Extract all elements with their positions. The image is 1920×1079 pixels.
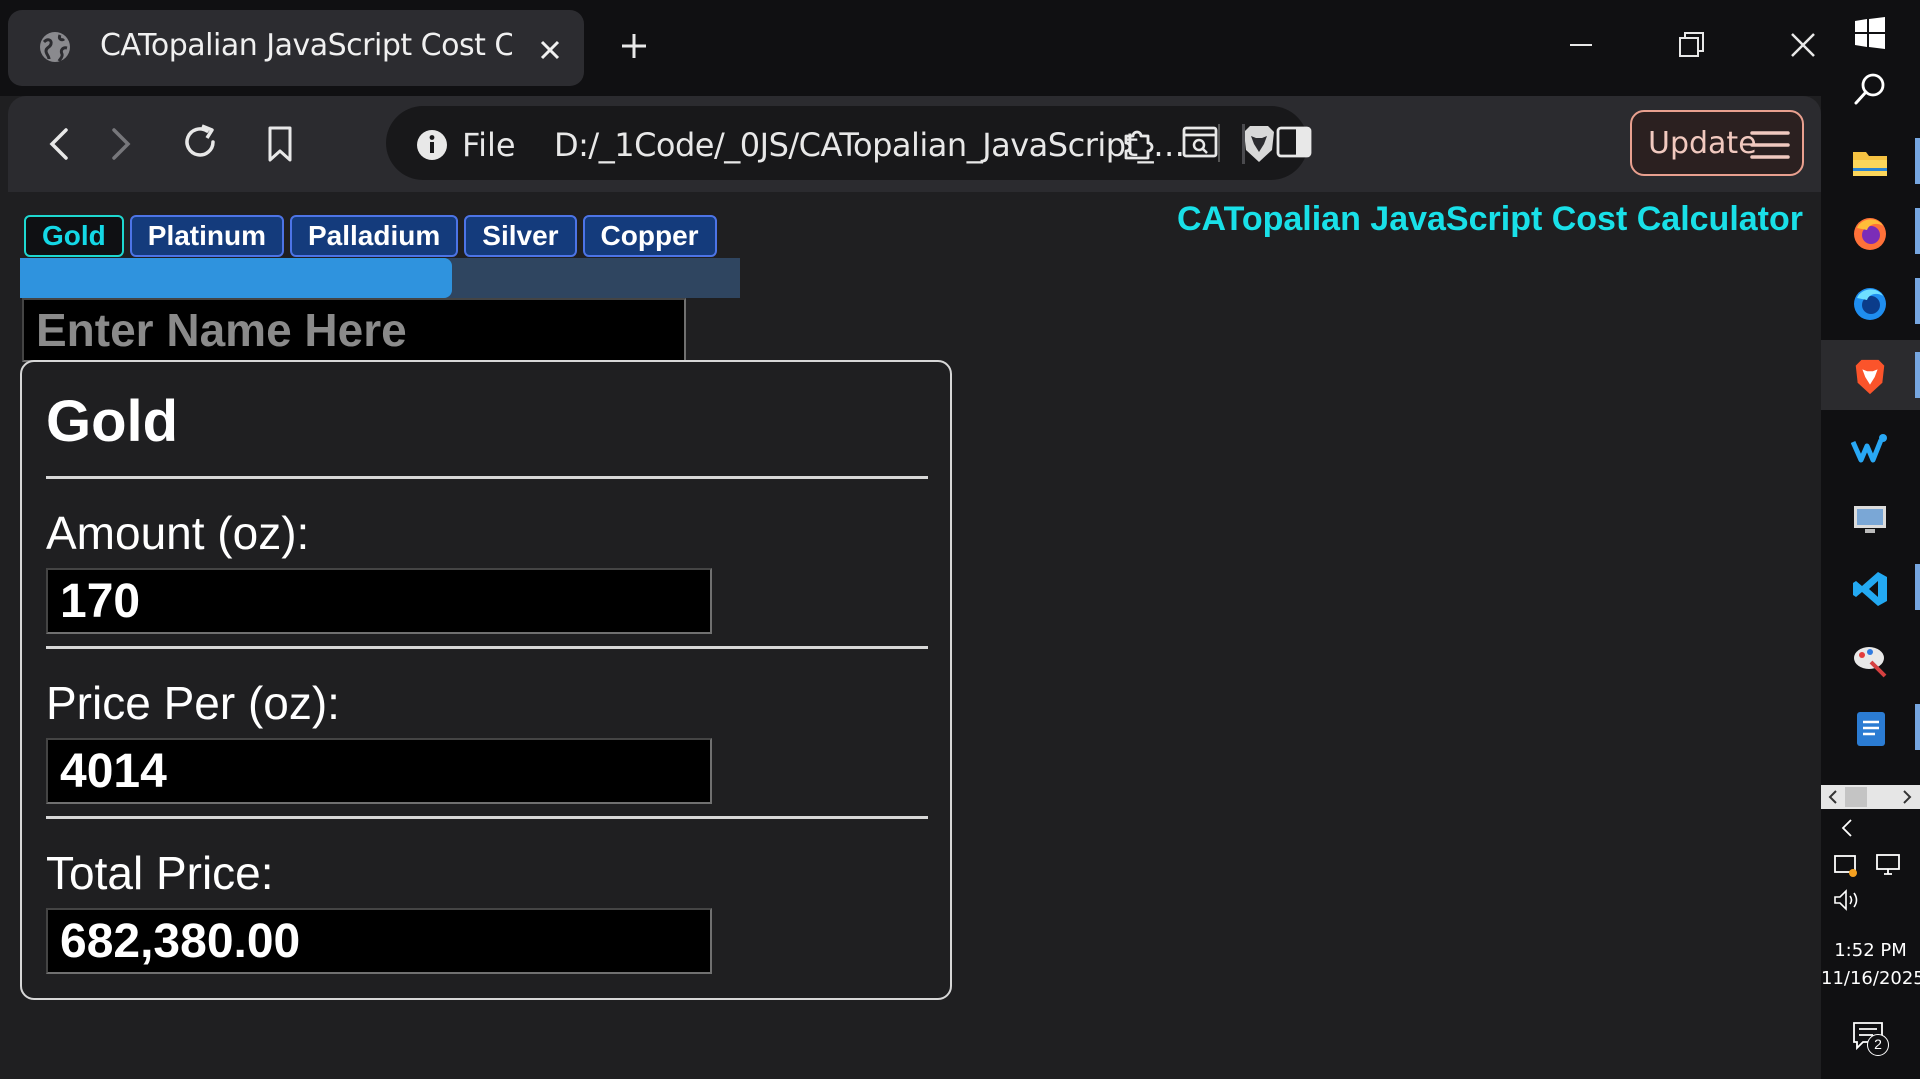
search-icon[interactable] — [1853, 72, 1887, 106]
card-metal-name: Gold — [46, 389, 179, 454]
metal-tab-bar: Gold Platinum Palladium Silver Copper — [24, 215, 742, 259]
taskbar-scrollbar[interactable] — [1821, 785, 1920, 809]
address-bar[interactable]: File D:/_1Code/_0JS/CATopalian_JavaScrip… — [386, 106, 1308, 180]
taskbar-paint[interactable] — [1821, 622, 1920, 692]
running-indicator — [1915, 352, 1920, 398]
taskbar-brave[interactable] — [1821, 340, 1920, 410]
brave-browser-icon — [1855, 359, 1885, 395]
address-scheme: File — [462, 126, 516, 164]
metal-card: Gold Amount (oz): Price Per (oz): Total … — [20, 360, 952, 1000]
windows-taskbar: 1:52 PM 11/16/2025 2 — [1821, 0, 1920, 1079]
tray-display-icon[interactable] — [1875, 852, 1903, 878]
close-tab-icon[interactable] — [538, 38, 562, 62]
total-price-label: Total Price: — [46, 847, 274, 899]
running-indicator — [1915, 704, 1920, 750]
notification-count-badge: 2 — [1867, 1034, 1889, 1056]
clock-time[interactable]: 1:52 PM — [1821, 940, 1920, 961]
taskbar-firefox[interactable] — [1821, 196, 1920, 266]
notification-center-button[interactable]: 2 — [1851, 1020, 1891, 1060]
tray-chevron-icon[interactable] — [1839, 818, 1855, 838]
file-explorer-icon — [1853, 152, 1887, 176]
globe-icon — [40, 32, 70, 62]
web-page: Gold Platinum Palladium Silver Copper CATopa… — [8, 192, 1821, 1079]
divider — [46, 476, 928, 479]
amount-input[interactable] — [46, 568, 712, 634]
forward-icon[interactable] — [100, 124, 140, 164]
taskbar-monitor-tool[interactable] — [1821, 482, 1920, 552]
hamburger-menu-icon[interactable] — [1750, 128, 1790, 162]
metal-tab-gold[interactable]: Gold — [24, 215, 124, 257]
price-per-label: Price Per (oz): — [46, 677, 340, 729]
brave-shields-icon[interactable] — [1240, 124, 1278, 164]
paint-icon — [1854, 647, 1887, 678]
new-tab-icon[interactable] — [618, 30, 650, 62]
divider — [46, 816, 928, 819]
update-button[interactable]: Update — [1630, 110, 1804, 176]
word-icon — [1857, 712, 1885, 746]
amount-label: Amount (oz): — [46, 507, 310, 559]
monitor-tool-icon — [1854, 506, 1886, 533]
running-indicator — [1915, 208, 1920, 254]
taskbar-file-explorer[interactable] — [1821, 126, 1920, 196]
windows-start-icon[interactable] — [1853, 16, 1887, 50]
wave-app-icon — [1851, 434, 1887, 463]
firefox-icon — [1854, 218, 1886, 250]
clock-date[interactable]: 11/16/2025 — [1821, 968, 1920, 989]
browser-window: CATopalian JavaScript Cost Calcu — [0, 0, 1821, 1079]
progress-bar — [20, 258, 740, 298]
bookmark-icon[interactable] — [260, 124, 300, 164]
total-price-output — [46, 908, 712, 974]
minimize-icon[interactable] — [1564, 28, 1598, 62]
taskbar-wave-app[interactable] — [1821, 412, 1920, 482]
tray-network-icon[interactable] — [1833, 852, 1859, 878]
taskbar-firefox-developer[interactable] — [1821, 266, 1920, 336]
running-indicator — [1915, 564, 1920, 610]
firefox-developer-icon — [1854, 288, 1886, 320]
back-icon[interactable] — [40, 124, 80, 164]
sidebar-toggle-icon[interactable] — [1274, 122, 1314, 162]
vscode-icon — [1853, 572, 1887, 606]
app-title: CATopalian JavaScript Cost Calculator — [1177, 200, 1803, 238]
toolbar-divider — [1242, 124, 1245, 164]
running-indicator — [1915, 278, 1920, 324]
tray-volume-icon[interactable] — [1833, 888, 1861, 912]
restore-icon[interactable] — [1674, 28, 1708, 62]
running-indicator — [1915, 138, 1920, 184]
browser-toolbar: File D:/_1Code/_0JS/CATopalian_JavaScrip… — [8, 96, 1821, 192]
update-label: Update — [1648, 126, 1757, 161]
divider — [46, 646, 928, 649]
scroll-left-icon[interactable] — [1827, 790, 1839, 804]
reader-mode-icon[interactable] — [1180, 122, 1220, 162]
metal-tab-copper[interactable]: Copper — [582, 215, 717, 257]
reload-icon[interactable] — [180, 122, 220, 162]
metal-tab-platinum[interactable]: Platinum — [129, 215, 284, 257]
taskbar-word[interactable] — [1821, 692, 1920, 762]
price-per-input[interactable] — [46, 738, 712, 804]
taskbar-vscode[interactable] — [1821, 552, 1920, 622]
active-tab[interactable]: CATopalian JavaScript Cost Calcu — [8, 10, 584, 86]
metal-tab-silver[interactable]: Silver — [464, 215, 577, 257]
metal-tab-palladium[interactable]: Palladium — [290, 215, 459, 257]
name-input[interactable] — [22, 298, 686, 362]
scroll-right-icon[interactable] — [1901, 790, 1913, 804]
close-window-icon[interactable] — [1786, 28, 1820, 62]
site-info-icon[interactable] — [416, 129, 448, 161]
address-url[interactable]: D:/_1Code/_0JS/CATopalian_JavaScript_C..… — [554, 126, 1194, 164]
extensions-icon[interactable] — [1120, 122, 1160, 162]
tab-strip: CATopalian JavaScript Cost Calcu — [0, 0, 1821, 96]
tab-title: CATopalian JavaScript Cost Calcu — [100, 28, 512, 63]
progress-fill — [20, 258, 452, 298]
scroll-thumb[interactable] — [1845, 787, 1867, 807]
